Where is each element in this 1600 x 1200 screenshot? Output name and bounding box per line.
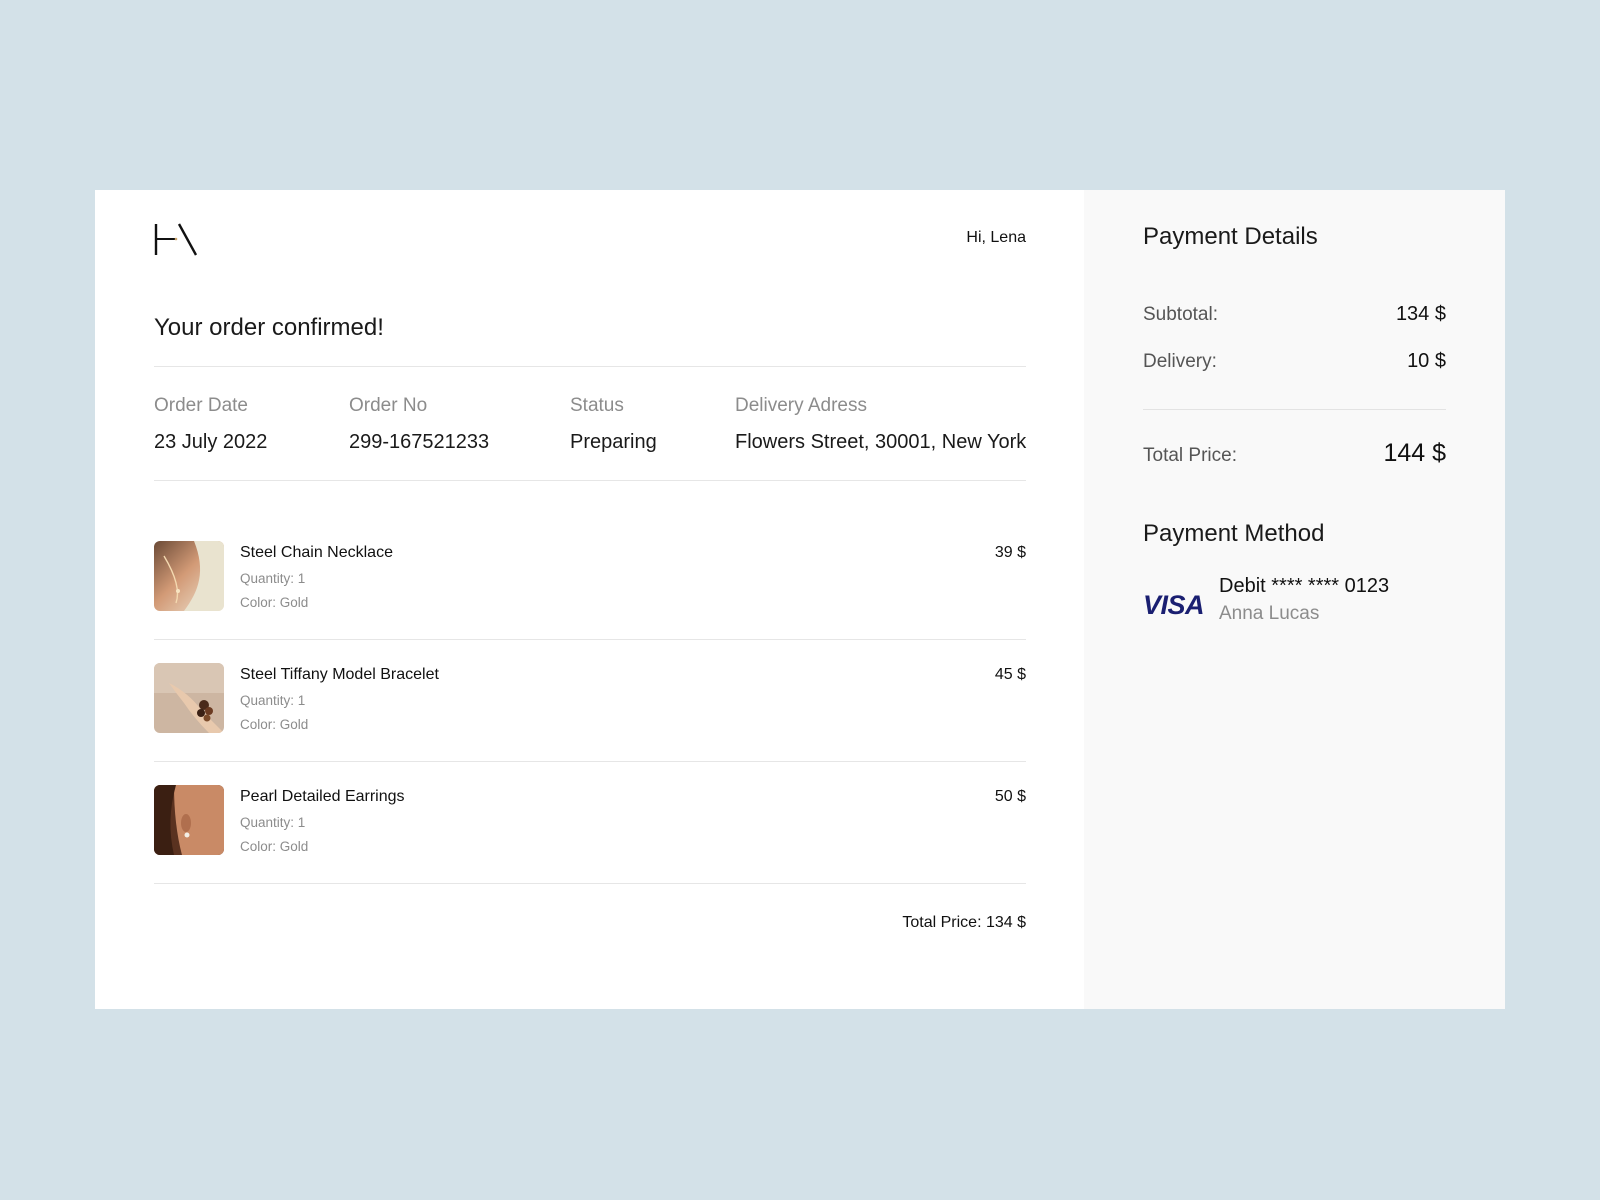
order-summary-panel: Hi, Lena Your order confirmed! Order Dat… <box>95 190 1084 1009</box>
payment-method-title: Payment Method <box>1143 520 1325 547</box>
list-item[interactable]: Steel Chain Necklace Quantity: 1 Color: … <box>154 541 1026 663</box>
item-price: 50 $ <box>994 788 1026 805</box>
delivery-value: 10 $ <box>1407 350 1446 372</box>
delivery-row: Delivery: 10 $ <box>1143 350 1446 373</box>
order-number-label: Order No <box>349 395 428 416</box>
order-meta: Order Date 23 July 2022 Order No 299-167… <box>154 395 1026 465</box>
card-holder: Anna Lucas <box>1219 603 1320 624</box>
page-title: Your order confirmed! <box>154 314 384 341</box>
payment-card[interactable]: VISA Debit **** **** 0123 Anna Lucas <box>1143 575 1443 635</box>
item-price: 39 $ <box>994 544 1026 561</box>
item-name: Steel Chain Necklace <box>240 544 393 561</box>
order-confirmation-card: Hi, Lena Your order confirmed! Order Dat… <box>95 190 1505 1009</box>
item-name: Pearl Detailed Earrings <box>240 788 405 805</box>
delivery-address: Delivery Adress Flowers Street, 30001, N… <box>735 395 1026 454</box>
divider <box>154 883 1026 884</box>
subtotal-label: Subtotal: <box>1143 304 1218 325</box>
earrings-image <box>154 785 224 855</box>
visa-logo-icon: VISA <box>1143 590 1205 620</box>
subtotal-row: Subtotal: 134 $ <box>1143 303 1446 326</box>
delivery-address-value: Flowers Street, 30001, New York <box>735 431 1027 453</box>
item-color: Color: Gold <box>240 595 309 610</box>
payment-panel: Payment Details Subtotal: 134 $ Delivery… <box>1084 190 1505 1009</box>
brand-logo-icon[interactable] <box>154 222 198 256</box>
order-number-value: 299-167521233 <box>349 431 490 453</box>
delivery-address-label: Delivery Adress <box>735 395 867 416</box>
divider <box>1143 409 1446 410</box>
divider <box>154 480 1026 481</box>
necklace-image <box>154 541 224 611</box>
order-date-label: Order Date <box>154 395 248 416</box>
user-greeting[interactable]: Hi, Lena <box>966 229 1026 247</box>
list-item[interactable]: Steel Tiffany Model Bracelet Quantity: 1… <box>154 663 1026 785</box>
divider <box>154 366 1026 367</box>
items-total-price: Total Price: 134 $ <box>902 914 1026 931</box>
item-name: Steel Tiffany Model Bracelet <box>240 666 439 683</box>
order-status: Status Preparing <box>570 395 657 454</box>
item-quantity: Quantity: 1 <box>240 571 306 586</box>
bracelet-image <box>154 663 224 733</box>
total-row: Total Price: 144 $ <box>1143 439 1446 468</box>
total-label: Total Price: <box>1143 445 1237 466</box>
payment-details-title: Payment Details <box>1143 223 1318 250</box>
order-date: Order Date 23 July 2022 <box>154 395 267 454</box>
item-price: 45 $ <box>994 666 1026 683</box>
subtotal-value: 134 $ <box>1395 303 1446 325</box>
item-quantity: Quantity: 1 <box>240 815 306 830</box>
order-number: Order No 299-167521233 <box>349 395 489 454</box>
item-color: Color: Gold <box>240 839 309 854</box>
divider <box>154 761 1026 762</box>
order-status-label: Status <box>570 395 624 416</box>
order-status-value: Preparing <box>570 431 657 453</box>
list-item[interactable]: Pearl Detailed Earrings Quantity: 1 Colo… <box>154 785 1026 907</box>
item-quantity: Quantity: 1 <box>240 693 306 708</box>
delivery-label: Delivery: <box>1143 351 1217 372</box>
card-number: Debit **** **** 0123 <box>1219 575 1390 597</box>
total-value: 144 $ <box>1383 439 1446 467</box>
order-date-value: 23 July 2022 <box>154 431 268 453</box>
divider <box>154 639 1026 640</box>
item-color: Color: Gold <box>240 717 309 732</box>
